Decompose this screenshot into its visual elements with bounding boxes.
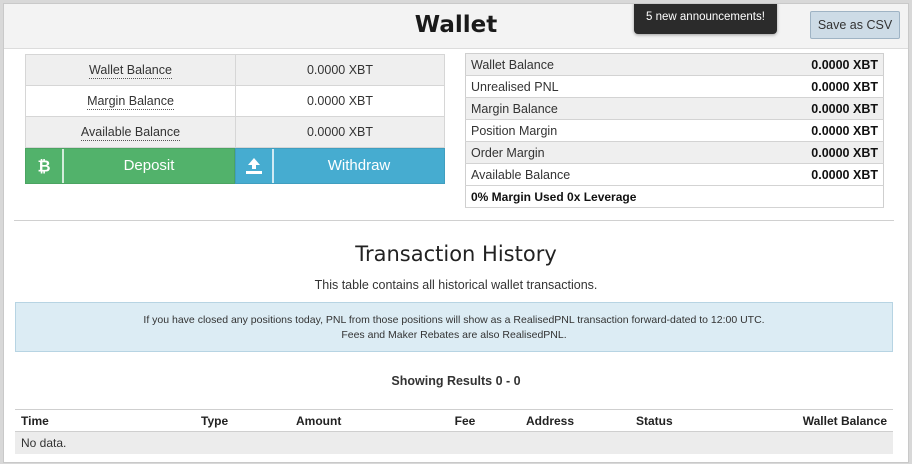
balance-label[interactable]: Available Balance <box>80 125 181 141</box>
column-header-type[interactable]: Type <box>195 409 290 432</box>
empty-table-text: No data. <box>15 431 893 454</box>
summary-label: Position Margin <box>465 119 711 142</box>
summary-label: Margin Balance <box>465 97 711 120</box>
column-header-amount[interactable]: Amount <box>290 409 410 432</box>
balance-label[interactable]: Wallet Balance <box>89 63 172 79</box>
summary-label: Wallet Balance <box>465 53 711 76</box>
deposit-label: Deposit <box>123 157 175 174</box>
balance-table: Wallet Balance 0.0000 XBT Margin Balance… <box>25 54 445 148</box>
summary-label: Order Margin <box>465 141 711 164</box>
column-header-wallet-balance[interactable]: Wallet Balance <box>740 409 893 432</box>
results-count: Showing Results 0 - 0 <box>391 374 521 388</box>
column-header-address[interactable]: Address <box>520 409 630 432</box>
bitcoin-icon: ₿ <box>26 149 64 183</box>
balance-row: Margin Balance 0.0000 XBT <box>25 85 445 117</box>
balance-value: 0.0000 XBT <box>235 85 445 117</box>
table-row: No data. <box>15 431 893 454</box>
balance-value: 0.0000 XBT <box>235 54 445 86</box>
summary-value: 0.0000 XBT <box>710 163 884 186</box>
withdraw-label: Withdraw <box>327 157 391 174</box>
summary-footer-row: 0% Margin Used 0x Leverage <box>465 185 884 208</box>
column-header-time[interactable]: Time <box>15 409 195 432</box>
summary-row: Margin Balance 0.0000 XBT <box>465 97 884 120</box>
summary-row: Order Margin 0.0000 XBT <box>465 141 884 164</box>
summary-label: Available Balance <box>465 163 711 186</box>
info-line: If you have closed any positions today, … <box>143 314 765 326</box>
margin-summary-table: Wallet Balance 0.0000 XBT Unrealised PNL… <box>465 53 884 208</box>
margin-leverage-text: 0% Margin Used 0x Leverage <box>465 185 884 208</box>
wallet-page: Wallet 5 new announcements! Save as CSV … <box>3 3 909 463</box>
balance-value: 0.0000 XBT <box>235 116 445 148</box>
summary-label: Unrealised PNL <box>465 75 711 98</box>
transaction-table: Time Type Amount Fee Address Status Wall… <box>15 409 893 454</box>
withdraw-button[interactable]: Withdraw <box>235 148 445 184</box>
transaction-history-subtitle: This table contains all historical walle… <box>314 278 598 292</box>
svg-text:₿: ₿ <box>37 157 50 175</box>
balance-label[interactable]: Margin Balance <box>87 94 174 110</box>
summary-value: 0.0000 XBT <box>710 53 884 76</box>
summary-value: 0.0000 XBT <box>710 97 884 120</box>
announcements-badge[interactable]: 5 new announcements! <box>634 4 777 34</box>
table-header-row: Time Type Amount Fee Address Status Wall… <box>15 409 893 432</box>
balance-row: Wallet Balance 0.0000 XBT <box>25 54 445 86</box>
summary-value: 0.0000 XBT <box>710 75 884 98</box>
transaction-history-title: Transaction History <box>355 242 557 266</box>
summary-row: Position Margin 0.0000 XBT <box>465 119 884 142</box>
upload-icon <box>236 149 274 183</box>
summary-row: Wallet Balance 0.0000 XBT <box>465 53 884 76</box>
summary-value: 0.0000 XBT <box>710 119 884 142</box>
info-notice: If you have closed any positions today, … <box>15 302 893 352</box>
balance-row: Available Balance 0.0000 XBT <box>25 116 445 148</box>
column-header-status[interactable]: Status <box>630 409 740 432</box>
deposit-withdraw-buttons: ₿ Deposit Withdraw <box>25 148 445 184</box>
page-header: Wallet 5 new announcements! Save as CSV <box>4 4 908 49</box>
save-as-csv-button[interactable]: Save as CSV <box>810 11 900 39</box>
section-divider <box>14 220 894 221</box>
deposit-button[interactable]: ₿ Deposit <box>25 148 235 184</box>
summary-row: Available Balance 0.0000 XBT <box>465 163 884 186</box>
summary-value: 0.0000 XBT <box>710 141 884 164</box>
column-header-fee[interactable]: Fee <box>410 409 520 432</box>
info-line: Fees and Maker Rebates are also Realised… <box>341 329 567 341</box>
summary-row: Unrealised PNL 0.0000 XBT <box>465 75 884 98</box>
